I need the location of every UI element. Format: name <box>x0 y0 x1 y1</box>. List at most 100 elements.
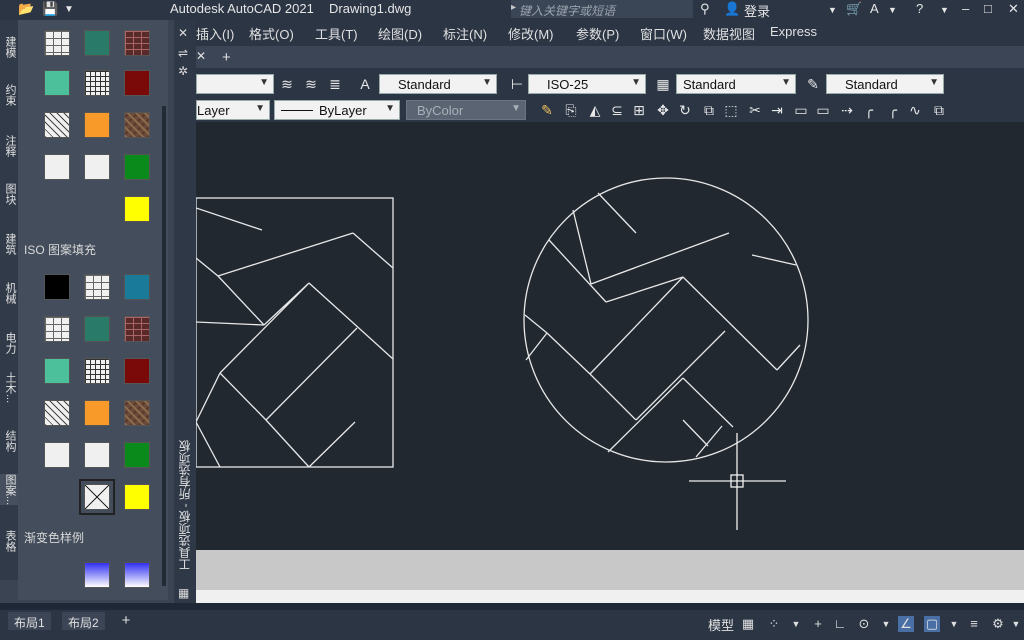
offset-icon[interactable]: ⊆ <box>608 101 626 119</box>
menu-express[interactable]: Express <box>770 24 817 39</box>
polar-icon[interactable]: ⊙ <box>856 616 872 632</box>
swatch-iso-orange[interactable] <box>84 400 110 426</box>
text-style-combo[interactable]: Standard ▼ <box>379 74 497 94</box>
palette-tab-modeling[interactable]: 建模 <box>0 36 18 58</box>
menu-tools[interactable]: 工具(T) <box>315 24 358 43</box>
swatch-corner-pattern[interactable] <box>44 154 70 180</box>
linetype-combo[interactable]: ByLayer ▼ <box>274 100 400 120</box>
move-icon[interactable]: ✥ <box>654 101 672 119</box>
swatch-gradient-blue-2[interactable] <box>124 562 150 588</box>
snap-icon[interactable]: ⁘ <box>766 616 782 632</box>
swatch-teal[interactable] <box>84 30 110 56</box>
add-layout-icon[interactable]: + <box>118 613 134 629</box>
hatch-circle-boundary[interactable] <box>523 177 809 463</box>
new-tab-icon[interactable]: + <box>222 49 231 66</box>
autodesk-app-icon[interactable]: A <box>870 1 879 16</box>
object-snap-dropdown-icon[interactable]: ▼ <box>946 616 962 632</box>
cart-icon[interactable]: 🛒 <box>846 1 862 17</box>
lineweight-icon[interactable]: ≡ <box>966 616 982 632</box>
swatch-diagonal-hatch[interactable] <box>44 112 70 138</box>
drawing-canvas[interactable] <box>195 122 1024 550</box>
palette-properties-icon[interactable]: ✲ <box>178 64 188 78</box>
object-snap-icon[interactable]: ▢ <box>924 616 940 632</box>
swatch-iso-grid[interactable] <box>84 358 110 384</box>
menu-draw[interactable]: 绘图(D) <box>378 24 422 43</box>
trim-icon[interactable]: ✂ <box>746 101 764 119</box>
swatch-maroon[interactable] <box>124 70 150 96</box>
palette-tab-blocks[interactable]: 图块 <box>0 183 18 205</box>
app-dropdown-icon[interactable]: ▼ <box>888 5 897 15</box>
grid-icon[interactable]: ▦ <box>740 616 756 632</box>
swatch-black[interactable] <box>44 274 70 300</box>
tab-layout2[interactable]: 布局2 <box>62 612 105 630</box>
swatch-curve-pattern[interactable] <box>84 154 110 180</box>
erase-icon[interactable]: ✎ <box>538 101 556 119</box>
palette-tab-architecture[interactable]: 建筑 <box>0 233 18 255</box>
palette-tab-structural[interactable]: 结构 <box>0 430 18 452</box>
close-icon[interactable]: ✕ <box>1008 1 1019 17</box>
menu-format[interactable]: 格式(O) <box>249 24 294 43</box>
fillet-icon[interactable]: ╭ <box>860 101 878 119</box>
menu-dimension[interactable]: 标注(N) <box>443 24 487 43</box>
palette-tab-electrical[interactable]: 电力 <box>0 332 18 354</box>
layer-combo[interactable]: Layer ▼ <box>196 100 270 120</box>
login-button[interactable]: 登录 <box>744 1 770 20</box>
palette-tab-hatches[interactable]: 图案... <box>0 474 18 506</box>
swatch-iso-brown[interactable] <box>124 400 150 426</box>
palette-autohide-icon[interactable]: ⇌ <box>178 46 188 60</box>
ortho-icon[interactable]: ∟ <box>832 616 848 632</box>
search-icon[interactable]: ⚲ <box>700 1 710 17</box>
swatch-mint[interactable] <box>44 70 70 96</box>
help-dropdown-icon[interactable]: ▼ <box>940 5 949 15</box>
model-space-button[interactable]: 模型 <box>708 615 734 634</box>
palette-tab-civil[interactable]: 土木... <box>0 372 18 403</box>
swatch-steelblue[interactable] <box>124 274 150 300</box>
maximize-icon[interactable]: □ <box>984 1 992 16</box>
polar-dropdown-icon[interactable]: ▼ <box>878 616 894 632</box>
swatch-iso-brick-red[interactable] <box>124 316 150 342</box>
spline-icon[interactable]: ∿ <box>906 101 924 119</box>
palette-tab-annotation[interactable]: 注释 <box>0 135 18 157</box>
scale-icon[interactable]: ⧉ <box>700 101 718 119</box>
palette-menu-icon[interactable]: ▦ <box>178 586 189 600</box>
swatch-orange[interactable] <box>84 112 110 138</box>
swatch-iso-yellow[interactable] <box>124 484 150 510</box>
swatch-iso-hatch[interactable] <box>44 400 70 426</box>
explode-icon[interactable]: ⧉ <box>930 101 948 119</box>
swatch-iso-green[interactable] <box>124 442 150 468</box>
swatch-grid-pattern[interactable] <box>84 70 110 96</box>
file-tab-close-icon[interactable]: ✕ <box>196 49 206 63</box>
menu-insert[interactable]: 插入(I) <box>196 24 234 43</box>
table-style-combo[interactable]: Standard ▼ <box>676 74 796 94</box>
search-input[interactable]: 键入关键字或短语 <box>511 0 693 18</box>
swatch-iso-maroon[interactable] <box>124 358 150 384</box>
workspace-combo[interactable]: ▼ <box>196 74 274 94</box>
rotate-icon[interactable]: ↻ <box>676 101 694 119</box>
copy-icon[interactable]: ⎘ <box>562 101 580 119</box>
dynamic-input-icon[interactable]: + <box>810 616 826 632</box>
settings-dropdown-icon[interactable]: ▼ <box>1008 616 1024 632</box>
menu-data-view[interactable]: 数据视图 <box>703 24 755 43</box>
swatch-yellow[interactable] <box>124 196 150 222</box>
swatch-iso-brick[interactable] <box>84 274 110 300</box>
user-icon[interactable]: 👤 <box>724 1 740 17</box>
tab-layout1[interactable]: 布局1 <box>8 612 51 630</box>
break-icon[interactable]: ▭ <box>792 101 810 119</box>
swatch-iso-corner[interactable] <box>44 442 70 468</box>
swatch-iso-curve[interactable] <box>84 442 110 468</box>
layer-previous-icon[interactable]: ≣ <box>326 75 344 93</box>
dimension-style-combo[interactable]: ISO-25 ▼ <box>528 74 646 94</box>
swatch-iso-cross-selected[interactable] <box>79 479 115 515</box>
layer-properties-icon[interactable]: ≋ <box>278 75 296 93</box>
swatch-gradient-blue-1[interactable] <box>84 562 110 588</box>
swatch-iso-teal[interactable] <box>84 316 110 342</box>
mirror-icon[interactable]: ◭ <box>586 101 604 119</box>
isometric-icon[interactable]: ∠ <box>898 616 914 632</box>
swatch-iso-mint[interactable] <box>44 358 70 384</box>
snap-dropdown-icon[interactable]: ▼ <box>788 616 804 632</box>
swatch-iso-brick-2[interactable] <box>44 316 70 342</box>
text-style-icon[interactable]: A <box>356 75 374 93</box>
settings-gear-icon[interactable]: ⚙ <box>990 616 1006 632</box>
quick-access-dropdown-icon[interactable]: ▼ <box>64 4 74 15</box>
stretch-icon[interactable]: ⬚ <box>722 101 740 119</box>
